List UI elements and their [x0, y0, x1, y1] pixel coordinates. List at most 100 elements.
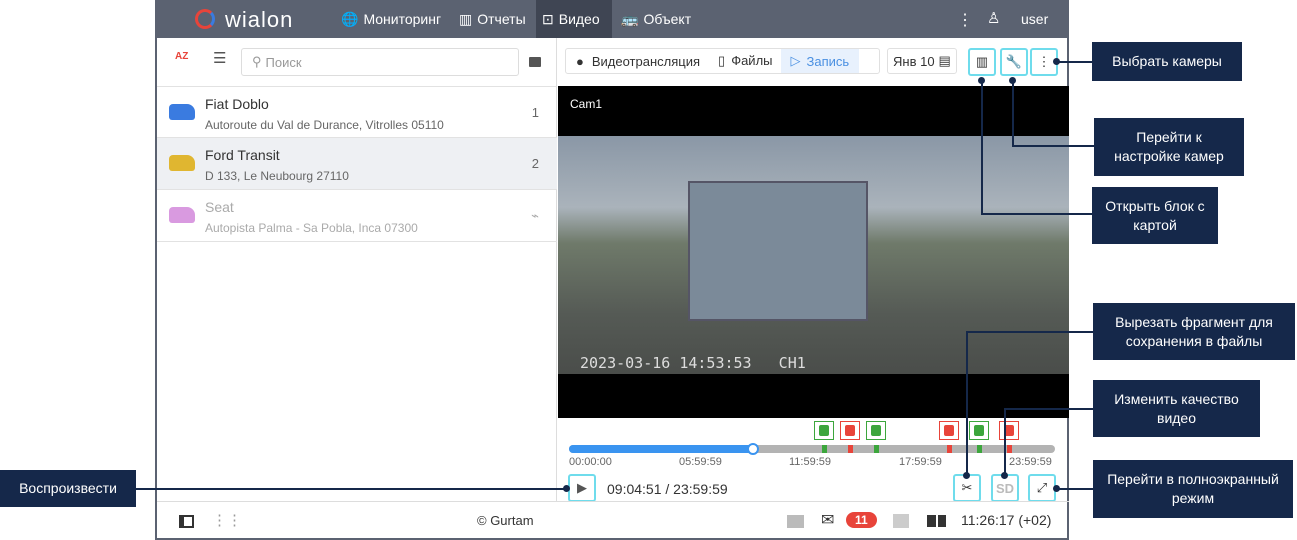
- bus-icon: 🚌: [621, 10, 639, 27]
- tick-label: 05:59:59: [679, 456, 722, 468]
- timeline-event-mark: [822, 445, 827, 453]
- timeline-event-mark: [1007, 445, 1012, 453]
- fuel-icon: [871, 425, 881, 436]
- timeline-progress: [569, 445, 753, 453]
- fuel-fill-event[interactable]: [866, 421, 886, 440]
- callout-dot: [978, 77, 985, 84]
- callout-select-cameras: Выбрать камеры: [1092, 42, 1242, 81]
- dot-icon: ●: [576, 53, 584, 69]
- camera-count: 2: [531, 156, 539, 171]
- user-name[interactable]: user: [1021, 11, 1048, 27]
- unit-row[interactable]: Seat Autopista Palma - Sa Pobla, Inca 07…: [157, 190, 557, 242]
- sort-az-icon[interactable]: AZ: [175, 51, 188, 62]
- grid-icon[interactable]: ⋮⋮: [212, 511, 242, 529]
- callout-quality: Изменить качество видео: [1093, 380, 1260, 437]
- globe-icon: 🌐: [341, 10, 359, 27]
- fullscreen-icon: ⤢: [1036, 480, 1048, 495]
- image-icon[interactable]: [893, 514, 909, 528]
- tick-label: 23:59:59: [1009, 456, 1052, 468]
- user-icon[interactable]: ♙: [987, 9, 1000, 27]
- unit-name: Ford Transit: [205, 147, 280, 163]
- callout-dot: [1009, 77, 1016, 84]
- timeline-event-mark: [977, 445, 982, 453]
- unit-row[interactable]: Fiat Doblo Autoroute du Val de Durance, …: [157, 86, 557, 138]
- unit-address: D 133, Le Neubourg 27110: [205, 169, 349, 183]
- nav-label: Мониторинг: [363, 11, 442, 27]
- panel-toggle-icon[interactable]: [179, 515, 194, 528]
- units-panel: AZ ☰ ⚲ Поиск Fiat Doblo Autoroute du Val …: [157, 38, 557, 501]
- callout-line: [1004, 408, 1093, 410]
- callout-play: Воспроизвести: [0, 470, 136, 507]
- nav-monitoring[interactable]: 🌐 Мониторинг: [335, 0, 447, 38]
- video-player[interactable]: Cam1 2023-03-16 14:53:53 CH1: [558, 86, 1069, 418]
- video-frame: 2023-03-16 14:53:53 CH1: [558, 136, 1069, 374]
- camera-icon[interactable]: [529, 57, 541, 67]
- play-button[interactable]: ▶: [568, 474, 596, 502]
- timeline-track[interactable]: [569, 443, 1055, 455]
- tab-files[interactable]: ▯ Файлы: [710, 53, 780, 69]
- search-input[interactable]: ⚲ Поиск: [241, 48, 519, 76]
- tab-label: Файлы: [731, 53, 773, 68]
- timeline-event-mark: [848, 445, 853, 453]
- callout-line: [1056, 61, 1092, 63]
- footer: ⋮⋮ © Gurtam ✉ 11 11:26:17 (+02): [157, 501, 1069, 540]
- no-signal-icon: ⌁: [531, 208, 539, 223]
- play-icon: ▶: [577, 480, 587, 495]
- tick-label: 11:59:59: [789, 456, 832, 468]
- callout-line: [1004, 408, 1006, 476]
- callout-map: Открыть блок с картой: [1092, 187, 1218, 244]
- search-placeholder: Поиск: [265, 54, 302, 70]
- search-icon: ⚲: [252, 54, 262, 69]
- camera-settings-button[interactable]: 🔧: [1000, 48, 1028, 76]
- report-icon: ▥: [459, 10, 473, 27]
- tab-live[interactable]: ● Видеотрансляция: [566, 54, 710, 69]
- callout-line: [966, 331, 968, 476]
- truck-image: [688, 181, 868, 321]
- scissors-icon: ✂: [961, 480, 973, 495]
- tab-label: Видеотрансляция: [591, 53, 701, 69]
- timeline-event-mark: [874, 445, 879, 453]
- callout-line: [1012, 145, 1094, 147]
- unit-address: Autoroute du Val de Durance, Vitrolles 0…: [205, 118, 444, 132]
- fuel-drain-event[interactable]: [939, 421, 959, 440]
- unit-name: Fiat Doblo: [205, 96, 269, 112]
- layout-icon[interactable]: [927, 515, 946, 527]
- nav-reports[interactable]: ▥ Отчеты: [453, 0, 532, 38]
- fuel-icon: [845, 425, 855, 436]
- fuel-fill-event[interactable]: [969, 421, 989, 440]
- fuel-fill-event[interactable]: [814, 421, 834, 440]
- fullscreen-button[interactable]: ⤢: [1028, 474, 1056, 502]
- logo-icon: [195, 9, 215, 29]
- callout-line: [981, 80, 983, 215]
- clock: 11:26:17 (+02): [961, 512, 1052, 528]
- quality-label: SD: [995, 480, 1015, 496]
- notifications-icon[interactable]: [787, 515, 804, 528]
- fuel-icon: [944, 425, 954, 436]
- messages-icon[interactable]: ✉: [821, 510, 834, 530]
- date-picker[interactable]: Янв 10 ▤: [887, 48, 957, 74]
- callout-line: [981, 213, 1092, 215]
- nav-video[interactable]: ⊡ Видео: [536, 0, 612, 38]
- nav-label: Видео: [558, 11, 600, 27]
- nav-label: Отчеты: [477, 11, 526, 27]
- timeline-event-mark: [947, 445, 952, 453]
- map-button[interactable]: ▥: [968, 48, 996, 76]
- unit-address: Autopista Palma - Sa Pobla, Inca 07300: [205, 221, 418, 235]
- fuel-drain-event[interactable]: [840, 421, 860, 440]
- list-icon[interactable]: ☰: [213, 49, 226, 67]
- callout-line: [966, 331, 1093, 333]
- callout-dot: [1053, 485, 1060, 492]
- vehicle-icon: [169, 155, 195, 171]
- messages-badge: 11: [846, 512, 877, 528]
- timeline-handle[interactable]: [746, 443, 759, 455]
- callout-fullscreen: Перейти в полноэкранный режим: [1093, 460, 1293, 518]
- fuel-icon: [819, 425, 829, 436]
- unit-row[interactable]: Ford Transit D 133, Le Neubourg 27110 2: [157, 138, 557, 190]
- more-icon[interactable]: ⋮: [957, 10, 973, 30]
- tab-record[interactable]: ▷ Запись: [780, 49, 860, 73]
- more-icon: ⋮: [1037, 54, 1051, 69]
- fuel-drain-event[interactable]: [999, 421, 1019, 440]
- playback-time: 09:04:51 / 23:59:59: [607, 481, 728, 497]
- calendar-icon: ▤: [938, 53, 951, 68]
- nav-object[interactable]: 🚌 Объект: [615, 0, 697, 38]
